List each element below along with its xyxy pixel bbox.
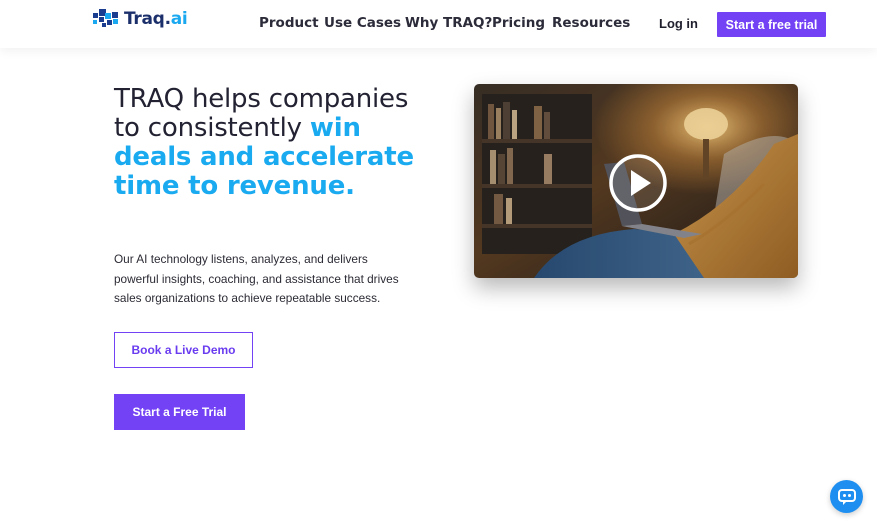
nav-item-product[interactable]: Product — [259, 15, 319, 31]
nav-item-resources[interactable]: Resources — [552, 15, 630, 31]
nav-item-use-cases[interactable]: Use Cases — [324, 15, 401, 31]
chat-widget-button[interactable] — [830, 480, 863, 513]
chat-bot-icon — [837, 488, 856, 505]
hero-description: Our AI technology listens, analyzes, and… — [114, 252, 399, 305]
start-free-trial-nav-button[interactable]: Start a free trial — [717, 12, 826, 37]
start-free-trial-button[interactable]: Start a Free Trial — [114, 394, 245, 430]
login-link[interactable]: Log in — [659, 16, 698, 31]
headline-plain: TRAQ helps companies to consistently — [114, 84, 409, 143]
book-live-demo-button[interactable]: Book a Live Demo — [114, 332, 253, 368]
nav-item-pricing[interactable]: Pricing — [492, 15, 545, 31]
hero-headline: TRAQ helps companies to consistently win… — [114, 85, 434, 201]
hero-video[interactable] — [474, 84, 798, 278]
top-navbar: Traq.ai Product Use Cases Why TRAQ? Pric… — [0, 0, 877, 48]
nav-item-why-traq[interactable]: Why TRAQ? — [405, 15, 492, 31]
play-icon[interactable] — [608, 153, 668, 213]
